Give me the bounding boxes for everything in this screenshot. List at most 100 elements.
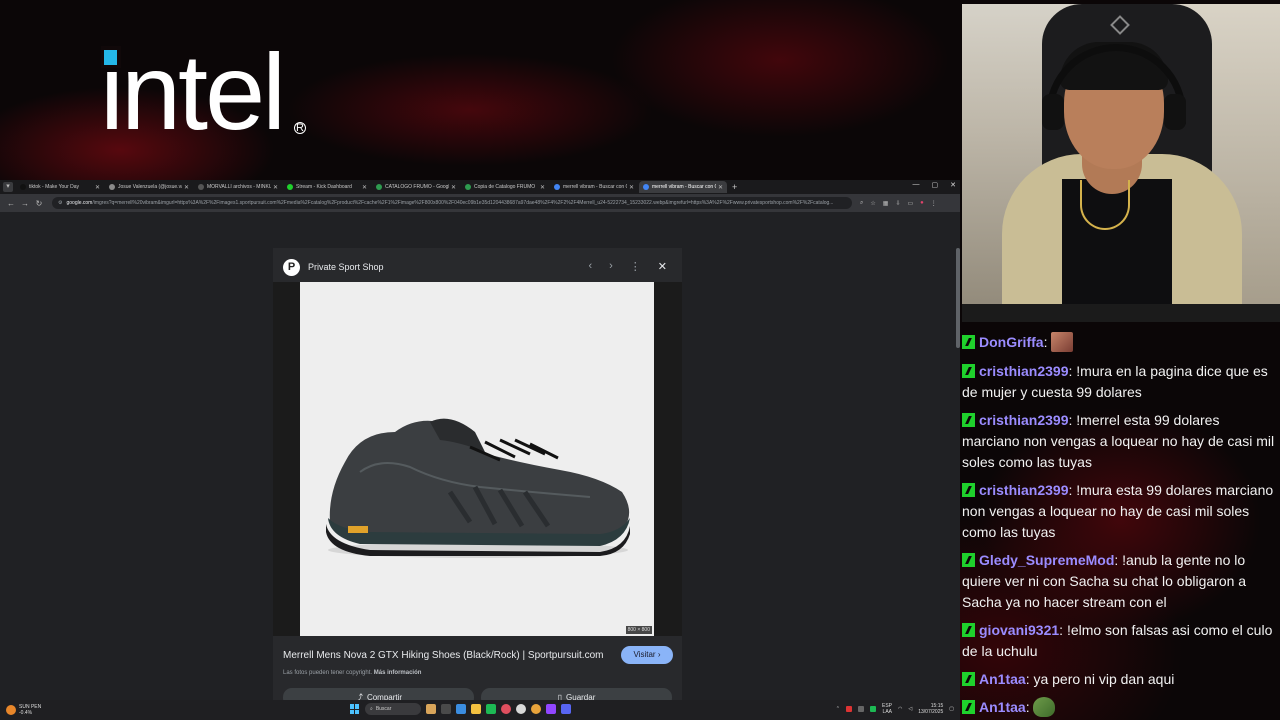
browser-tab[interactable]: tiktok - Make Your Day ✕ [16, 181, 104, 193]
chat-message: cristhian2399: !merrel esta 99 dolares m… [962, 412, 1275, 470]
url-path: /imgres?q=merrell%20vibram&imgurl=https%… [92, 200, 834, 206]
page-scrollbar[interactable] [956, 248, 960, 348]
tab-title: tiktok - Make Your Day [29, 184, 80, 190]
intel-logo-dot [104, 50, 117, 65]
image-frame: 800 × 800 [273, 282, 682, 636]
taskbar-search[interactable]: ⌕ Buscar [365, 703, 421, 715]
chat-username: cristhian2399 [979, 482, 1069, 498]
webcam-chain [1080, 180, 1130, 230]
intel-logo: intel [100, 31, 286, 152]
webcam-bottom [962, 304, 1280, 322]
tab-title: Josue Valenzuela (@josue.valen... [118, 184, 182, 190]
app-icon[interactable] [546, 704, 556, 714]
tab-close-icon[interactable]: ✕ [540, 184, 545, 191]
kick-badge-icon [962, 413, 975, 427]
chat-text: ya pero ni vip dan aqui [1033, 671, 1175, 687]
tab-close-icon[interactable]: ✕ [362, 184, 367, 191]
chat-message: giovani9321: !elmo son falsas asi como e… [962, 622, 1273, 659]
product-image[interactable]: 800 × 800 [300, 282, 654, 636]
discord-icon[interactable] [561, 704, 571, 714]
tab-close-icon[interactable]: ✕ [273, 184, 278, 191]
chat-username: cristhian2399 [979, 412, 1069, 428]
browser-tab[interactable]: CATALOGO FRUMO - Google ...✕ [372, 181, 460, 193]
reload-icon[interactable]: ↻ [32, 199, 46, 208]
back-icon[interactable]: ← [4, 199, 18, 208]
taskbar: SUN PEN -0.4% ⌕ Buscar ⌃ ESP LAA ◠ ◁ 15: [0, 700, 960, 720]
chat-overlay: DonGriffa: cristhian2399: !mura en la pa… [962, 330, 1280, 720]
kick-badge-icon [962, 623, 975, 637]
tab-close-icon[interactable]: ✕ [184, 184, 189, 191]
tab-close-icon[interactable]: ✕ [95, 184, 100, 191]
tab-close-icon[interactable]: ✕ [629, 184, 634, 191]
browser-tab[interactable]: merrell vibram - Buscar con Go...✕ [550, 181, 638, 193]
headphone-cup-right [1164, 94, 1186, 130]
frog-emote-icon [1033, 697, 1056, 717]
system-tray: ⌃ ESP LAA ◠ ◁ 15:15 13/07/2025 ▢ [836, 703, 954, 715]
sidebar-icon[interactable]: ▭ [907, 200, 913, 207]
zoom-icon[interactable]: ⌕ [860, 200, 863, 207]
tray-app-icon[interactable] [845, 706, 852, 712]
tray-app-icon[interactable] [869, 706, 876, 712]
folder-icon[interactable] [471, 704, 481, 714]
site-name[interactable]: Private Sport Shop [308, 262, 384, 272]
weather-icon [6, 705, 16, 715]
browser-tab[interactable]: merrell vibram - Buscar con Go...✕ [639, 181, 727, 193]
visit-button[interactable]: Visitar › [621, 646, 673, 664]
tab-title: merrell vibram - Buscar con Go... [563, 184, 627, 190]
browser-toolbar: ← → ↻ ⚙ google.com /imgres?q=merrell%20v… [0, 194, 960, 212]
menu-kebab-icon[interactable]: ⋮ [931, 200, 937, 207]
start-icon[interactable] [350, 704, 360, 714]
close-viewer-icon[interactable]: ✕ [658, 260, 667, 273]
minimize-icon[interactable]: — [913, 181, 920, 189]
browser-tab[interactable]: Copia de Catalogo FRUMO ✕ [461, 181, 549, 193]
profile-avatar[interactable]: ● [920, 200, 924, 207]
more-options-icon[interactable]: ⋮ [630, 260, 641, 273]
kick-badge-icon [962, 672, 975, 686]
browser-tab[interactable]: Stream - Kick Dashboard ✕ [283, 181, 371, 193]
maximize-icon[interactable]: ▢ [932, 181, 939, 189]
new-tab-button[interactable]: + [732, 182, 737, 192]
wifi-icon[interactable]: ◠ [898, 706, 902, 712]
image-dimensions: 800 × 800 [625, 626, 652, 634]
close-window-icon[interactable]: ✕ [950, 181, 956, 189]
task-view-icon[interactable] [441, 704, 451, 714]
download-icon[interactable]: ⇩ [895, 200, 900, 207]
language-indicator[interactable]: ESP LAA [882, 703, 892, 715]
browser-icon[interactable] [531, 704, 541, 714]
extensions-icon[interactable]: ▦ [883, 200, 889, 207]
chat-username: cristhian2399 [979, 363, 1069, 379]
taskbar-app-icon[interactable] [426, 704, 436, 714]
browser-tab[interactable]: Josue Valenzuela (@josue.valen...✕ [105, 181, 193, 193]
site-info-icon[interactable]: ⚙ [58, 200, 62, 206]
more-info-link[interactable]: Más información [374, 670, 422, 676]
chrome-icon[interactable] [501, 704, 511, 714]
tab-close-icon[interactable]: ✕ [718, 184, 723, 191]
weather-widget[interactable]: SUN PEN -0.4% [6, 704, 41, 716]
whatsapp-icon[interactable] [486, 704, 496, 714]
forward-icon[interactable]: → [18, 199, 32, 208]
browser-tab[interactable]: MORVALLI archivos - MINKU... ✕ [194, 181, 282, 193]
clock[interactable]: 15:15 13/07/2025 [918, 703, 943, 715]
hiking-shoe-image [326, 418, 630, 558]
chat-message: cristhian2399: !mura esta 99 dolares mar… [962, 482, 1274, 540]
bookmark-star-icon[interactable]: ☆ [870, 200, 875, 207]
obs-icon[interactable] [516, 704, 526, 714]
tray-app-icon[interactable] [857, 706, 864, 712]
site-logo-icon[interactable]: P [283, 258, 300, 276]
webcam-feed [962, 4, 1280, 322]
tab-close-icon[interactable]: ✕ [451, 184, 456, 191]
next-image-icon[interactable]: › [609, 260, 613, 273]
chevron-up-icon[interactable]: ⌃ [836, 706, 840, 712]
tab-search-button[interactable]: ▾ [3, 182, 13, 192]
address-bar[interactable]: ⚙ google.com /imgres?q=merrell%20vibram&… [52, 197, 852, 209]
file-explorer-icon[interactable] [456, 704, 466, 714]
result-title[interactable]: Merrell Mens Nova 2 GTX Hiking Shoes (Bl… [283, 650, 613, 661]
tab-title: Stream - Kick Dashboard [296, 184, 352, 190]
notifications-icon[interactable]: ▢ [949, 706, 954, 712]
chat-username: An1taa [979, 671, 1026, 687]
previous-image-icon[interactable]: ‹ [588, 260, 592, 273]
volume-icon[interactable]: ◁ [908, 706, 912, 712]
kick-badge-icon [962, 700, 975, 714]
clock-date: 13/07/2025 [918, 709, 944, 715]
window-controls: — ▢ ✕ [913, 181, 957, 189]
